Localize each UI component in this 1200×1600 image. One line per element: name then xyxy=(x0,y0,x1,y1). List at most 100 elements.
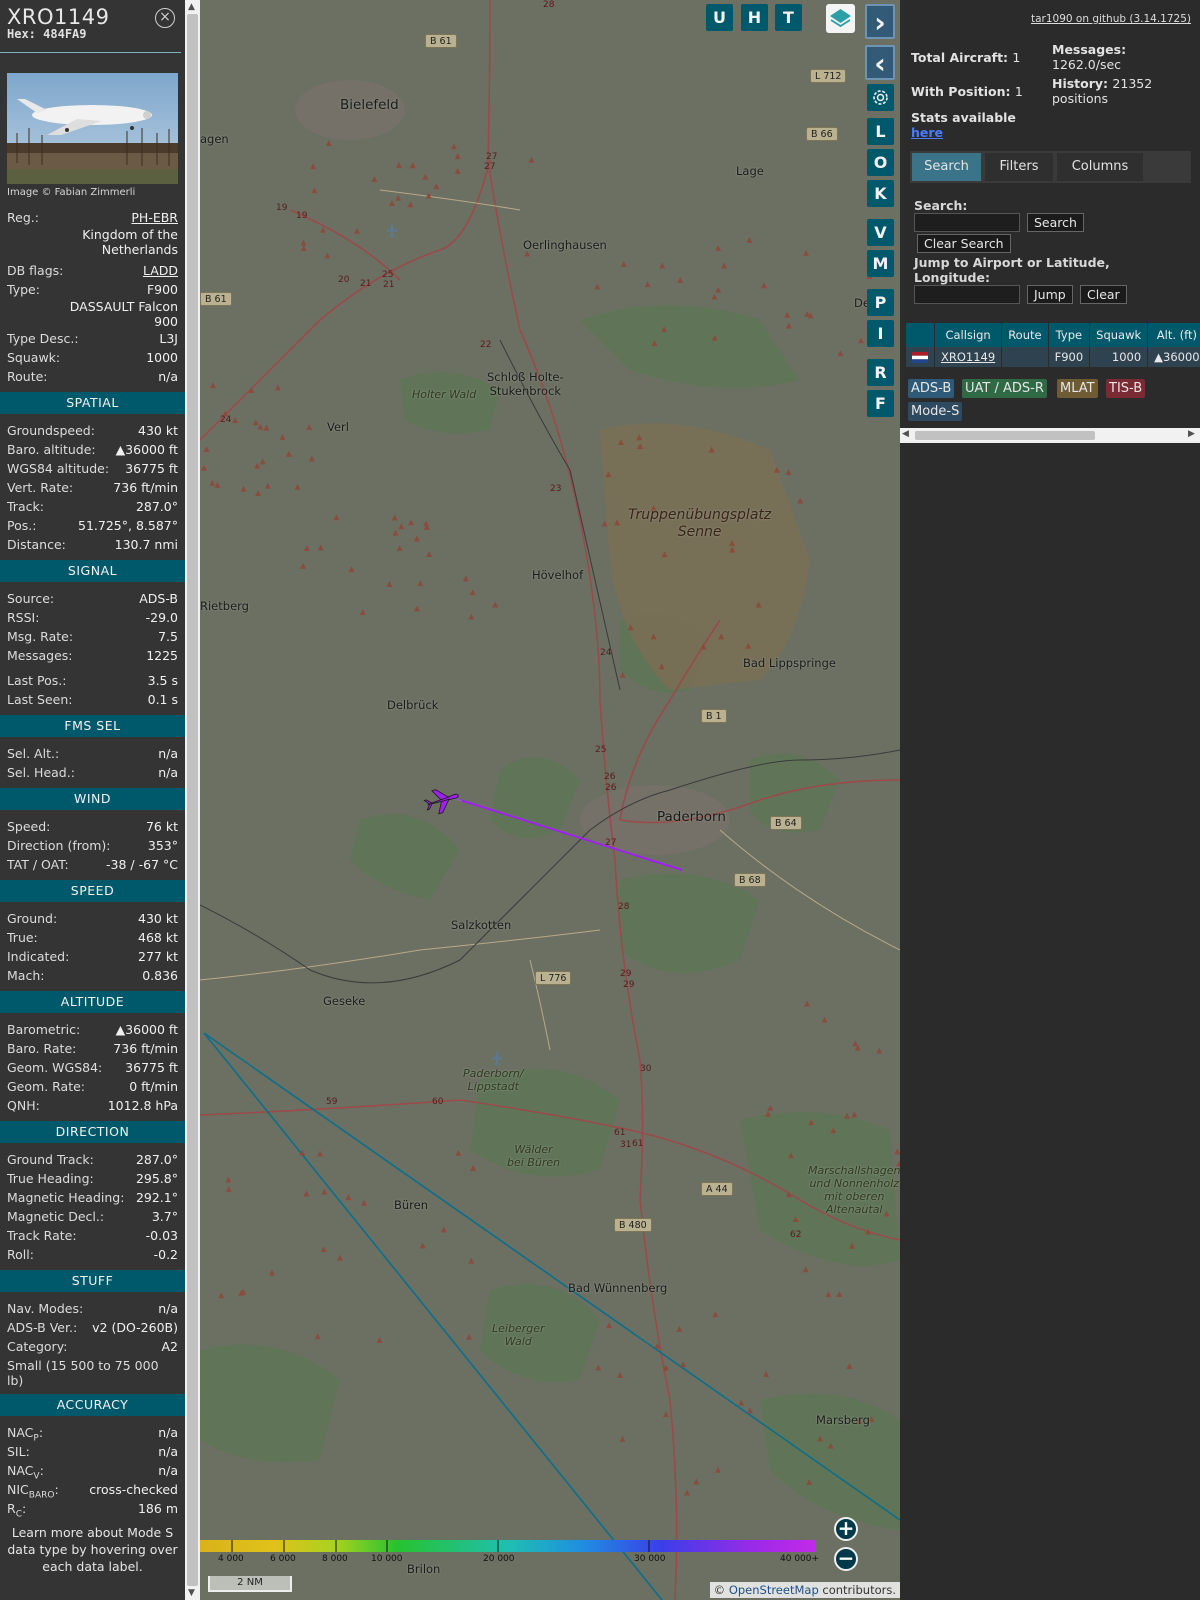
info-label: Reg.: xyxy=(7,210,39,225)
info-value: n/a xyxy=(158,746,178,761)
info-value[interactable]: PH-EBR xyxy=(131,208,178,227)
expand-sidebar-button[interactable]: › xyxy=(865,4,895,39)
map-button-u[interactable]: U xyxy=(706,4,733,31)
layers-icon[interactable] xyxy=(826,4,855,33)
details-sections: SPATIAL Groundspeed: 430 kt Baro. altitude:… xyxy=(0,392,185,1520)
zoom-out-button[interactable]: − xyxy=(834,1547,858,1571)
messages-value: 1262.0/sec xyxy=(1052,57,1122,72)
table-horizontal-scrollbar[interactable]: ◀ ▶ xyxy=(900,428,1200,443)
info-value: 736 ft/min xyxy=(113,1041,178,1056)
type-cell: F900 xyxy=(1048,347,1091,367)
map-button-t[interactable]: T xyxy=(775,4,802,31)
info-value-line: Kingdom of the Netherlands xyxy=(82,227,178,257)
horizontal-scrollbar-thumb[interactable] xyxy=(915,431,1095,440)
info-row: True Heading: 295.8° xyxy=(0,1169,185,1188)
tab-filters[interactable]: Filters xyxy=(985,153,1053,181)
map-button-h[interactable]: H xyxy=(741,4,768,31)
label-text: NAC xyxy=(7,1425,34,1440)
aircraft-table-wrapper: Callsign Route Type Squawk Alt. (ft) Sp … xyxy=(900,323,1200,368)
info-label: NACP: xyxy=(7,1423,44,1444)
zoom-in-button[interactable]: + xyxy=(834,1517,858,1541)
scrollbar-thumb[interactable] xyxy=(187,14,198,1586)
clear-search-button[interactable]: Clear Search xyxy=(917,234,1011,253)
info-value: 76 kt xyxy=(145,819,178,834)
info-label: SIL: xyxy=(7,1442,30,1461)
info-value: 0.836 xyxy=(142,968,178,983)
column-header-flag[interactable] xyxy=(906,323,935,347)
map-button-v[interactable]: V xyxy=(867,219,894,246)
label-suffix: : xyxy=(21,1501,27,1516)
clear-button[interactable]: Clear xyxy=(1080,285,1127,304)
route-number-label: 27 xyxy=(486,152,498,162)
table-row[interactable]: XRO1149 F900 1000 ▲36000 xyxy=(906,347,1200,367)
map-button-k[interactable]: K xyxy=(867,180,894,207)
info-label: Mach: xyxy=(7,966,44,985)
map-button-l[interactable]: L xyxy=(867,118,894,145)
label-text: Speed: xyxy=(7,819,51,834)
history-label: History: xyxy=(1052,76,1109,91)
place-label: Paderborn xyxy=(657,809,726,825)
info-label: Vert. Rate: xyxy=(7,478,73,497)
scroll-left-icon[interactable]: ◀ xyxy=(902,429,909,439)
attribution-suffix: contributors. xyxy=(818,1583,896,1597)
jump-input[interactable] xyxy=(914,285,1020,304)
info-value: 0 ft/min xyxy=(129,1079,178,1094)
route-number-label: 60 xyxy=(432,1097,444,1107)
column-header-squawk[interactable]: Squawk xyxy=(1089,323,1149,347)
search-input[interactable] xyxy=(914,213,1020,232)
map-button-m[interactable]: M xyxy=(867,250,894,277)
label-text: Magnetic Decl.: xyxy=(7,1209,105,1224)
stats-link[interactable]: here xyxy=(911,125,1016,140)
column-header-type[interactable]: Type xyxy=(1048,323,1091,347)
collapse-sidebar-button[interactable]: ‹ xyxy=(865,45,895,80)
tab-columns[interactable]: Columns xyxy=(1057,153,1143,181)
place-label: Geseke xyxy=(323,994,366,1008)
info-label: Type: xyxy=(7,282,40,297)
map-button-o[interactable]: O xyxy=(867,149,894,176)
info-label: TAT / OAT: xyxy=(7,855,69,874)
with-position-value: 1 xyxy=(1014,84,1023,99)
info-value: 1000 xyxy=(146,350,178,365)
section-header-speed: SPEED xyxy=(0,880,185,902)
squawk-cell: 1000 xyxy=(1089,347,1149,367)
scroll-up-icon[interactable]: ▲ xyxy=(188,2,195,12)
jump-button[interactable]: Jump xyxy=(1027,285,1073,304)
tab-search[interactable]: Search xyxy=(912,153,981,181)
aircraft-photo[interactable] xyxy=(7,73,178,184)
settings-gear-icon[interactable] xyxy=(867,84,894,111)
info-value: ▲36000 ft xyxy=(115,1022,178,1037)
info-row: Geom. WGS84: 36775 ft xyxy=(0,1058,185,1077)
map-view[interactable]: Bielefeld Lage Oerlinghausen Schloß Holt… xyxy=(200,0,900,1600)
column-header-callsign[interactable]: Callsign xyxy=(934,323,1003,347)
info-row: Direction (from): 353° xyxy=(0,836,185,855)
aircraft-header: XRO1149 Hex: 484FA9 × xyxy=(0,0,181,53)
openstreetmap-link[interactable]: OpenStreetMap xyxy=(729,1583,819,1597)
info-value: 277 kt xyxy=(138,949,178,964)
label-suffix: : xyxy=(38,1425,44,1440)
sidebar-scrollbar[interactable]: ▲ ▼ xyxy=(185,0,200,1600)
close-icon[interactable]: × xyxy=(155,8,175,28)
map-button-f[interactable]: F xyxy=(867,390,894,417)
map-button-i[interactable]: I xyxy=(867,320,894,347)
place-label: agen xyxy=(200,132,229,146)
hex-label: Hex: xyxy=(7,27,36,41)
aircraft-list-panel: tar1090 on github (3.14.1725) Total Airc… xyxy=(900,0,1200,1600)
info-value[interactable]: LADD xyxy=(143,261,178,280)
github-link[interactable]: tar1090 on github (3.14.1725) xyxy=(1031,13,1191,25)
scroll-right-icon[interactable]: ▶ xyxy=(1188,429,1195,439)
column-header-route[interactable]: Route xyxy=(1001,323,1049,347)
info-label: True: xyxy=(7,928,38,947)
info-label: Baro. altitude: xyxy=(7,440,96,459)
map-button-r[interactable]: R xyxy=(867,359,894,386)
road-shield: B 1 xyxy=(701,709,727,723)
callsign-cell[interactable]: XRO1149 xyxy=(934,347,1003,367)
label-text: Direction (from): xyxy=(7,838,111,853)
route-number-label: 30 xyxy=(640,1064,652,1074)
search-button[interactable]: Search xyxy=(1027,213,1084,232)
map-button-p[interactable]: P xyxy=(867,289,894,316)
column-header-altitude[interactable]: Alt. (ft) xyxy=(1147,323,1200,347)
scroll-down-icon[interactable]: ▼ xyxy=(188,1588,195,1598)
label-text: Barometric: xyxy=(7,1022,81,1037)
label-text: ADS-B Ver.: xyxy=(7,1320,78,1335)
route-number-label: 61 xyxy=(614,1128,626,1138)
